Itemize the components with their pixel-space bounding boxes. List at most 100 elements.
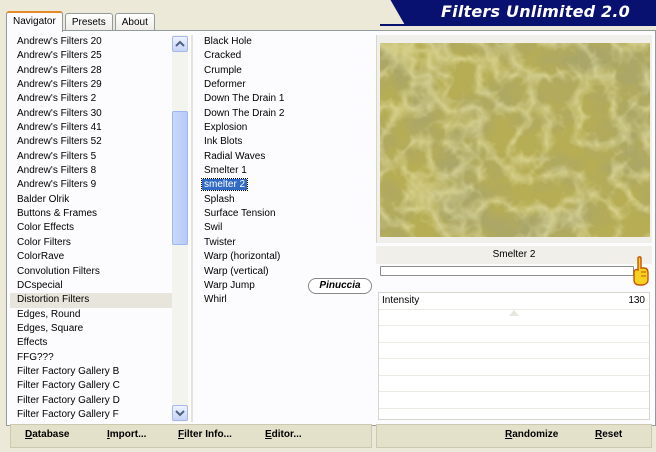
filter-item[interactable]: Twister	[198, 236, 368, 250]
category-item[interactable]: Edges, Round	[10, 308, 172, 322]
filter-item[interactable]: Crumple	[198, 64, 368, 78]
filter-info-button[interactable]: Filter Info...	[178, 429, 232, 440]
param-row-empty	[379, 392, 649, 409]
preview-image	[380, 43, 650, 237]
filter-item-label: Twister	[204, 236, 236, 248]
filter-item[interactable]: Warp (horizontal)	[198, 250, 368, 264]
category-scrollbar[interactable]	[172, 35, 188, 422]
param-row-empty	[379, 326, 649, 343]
filter-item-label: Smelter 1	[204, 165, 247, 177]
scrollbar-thumb[interactable]	[172, 111, 188, 245]
filter-item[interactable]: Radial Waves	[198, 150, 368, 164]
filter-item[interactable]: Warp (vertical)	[198, 265, 368, 279]
filter-item-label: Whirl	[204, 294, 227, 306]
category-item[interactable]: ColorRave	[10, 250, 172, 264]
filter-item-label: Down The Drain 1	[204, 93, 285, 105]
filter-item-label: Warp Jump	[204, 279, 255, 291]
category-item[interactable]: DCspecial	[10, 279, 172, 293]
filter-item[interactable]: Splash	[198, 193, 368, 207]
category-item[interactable]: Balder Olrik	[10, 193, 172, 207]
category-item[interactable]: Andrew's Filters 28	[10, 64, 172, 78]
param-row-intensity[interactable]: Intensity 130	[379, 293, 649, 310]
filter-item-label: Swil	[204, 222, 223, 234]
filter-item[interactable]: Down The Drain 2	[198, 107, 368, 121]
filter-item-label: smelter 2	[200, 178, 249, 192]
watermark-badge: Pinuccia	[308, 278, 372, 294]
right-button-bar: Randomize Reset	[376, 424, 652, 448]
category-item[interactable]: Andrew's Filters 29	[10, 78, 172, 92]
filter-item-label: Cracked	[204, 50, 242, 62]
chevron-up-icon[interactable]	[172, 36, 188, 52]
filter-item[interactable]: Ink Blots	[198, 135, 368, 149]
editor-button[interactable]: Editor...	[265, 429, 302, 440]
category-item[interactable]: Edges, Square	[10, 322, 172, 336]
app-title: Filters Unlimited 2.0	[441, 2, 630, 21]
filter-item[interactable]: Explosion	[198, 121, 368, 135]
tab-about[interactable]: About	[114, 13, 155, 31]
category-item[interactable]: Andrew's Filters 20	[10, 35, 172, 49]
list-divider	[191, 35, 193, 422]
category-item[interactable]: Filter Factory Gallery B	[10, 365, 172, 379]
tab-presets[interactable]: Presets	[64, 13, 113, 31]
filter-item-label: Radial Waves	[204, 150, 266, 162]
category-item[interactable]: Filter Factory Gallery D	[10, 394, 172, 408]
param-value: 130	[628, 295, 645, 306]
category-item[interactable]: Andrew's Filters 30	[10, 107, 172, 121]
reset-button[interactable]: Reset	[595, 429, 622, 440]
param-row-empty	[379, 343, 649, 359]
selected-filter-name: Smelter 2	[376, 246, 652, 264]
left-button-bar: Database Import... Filter Info... Editor…	[10, 424, 372, 448]
category-item[interactable]: Andrew's Filters 8	[10, 164, 172, 178]
database-button[interactable]: Database	[25, 429, 69, 440]
category-item[interactable]: Andrew's Filters 9	[10, 178, 172, 192]
filter-item[interactable]: Smelter 1	[198, 164, 368, 178]
filter-item[interactable]: smelter 2	[198, 178, 368, 192]
filter-item-label: Down The Drain 2	[204, 107, 285, 119]
slider-marker	[509, 309, 519, 316]
filter-item[interactable]: Cracked	[198, 49, 368, 63]
filter-item-label: Crumple	[204, 64, 242, 76]
filter-item-label: Deformer	[204, 79, 246, 91]
tab-navigator[interactable]: Navigator	[6, 11, 63, 32]
parameter-list: Intensity 130	[378, 292, 650, 420]
category-item[interactable]: Color Effects	[10, 221, 172, 235]
filter-item[interactable]: Deformer	[198, 78, 368, 92]
category-item[interactable]: Andrew's Filters 41	[10, 121, 172, 135]
filter-item-label: Surface Tension	[204, 208, 276, 220]
filter-item-label: Warp (horizontal)	[204, 251, 281, 263]
filter-item-label: Splash	[204, 193, 235, 205]
filter-item-label: Black Hole	[204, 36, 252, 47]
category-item[interactable]: Filter Factory Gallery F	[10, 408, 172, 422]
filter-item[interactable]: Surface Tension	[198, 207, 368, 221]
category-item[interactable]: Andrew's Filters 52	[10, 135, 172, 149]
param-row-empty	[379, 376, 649, 392]
category-item[interactable]: Convolution Filters	[10, 265, 172, 279]
category-list[interactable]: Andrew's Filters 20 Andrew's Filters 25 An…	[10, 35, 172, 422]
category-item[interactable]: Distortion Filters	[10, 293, 172, 308]
chevron-down-icon[interactable]	[172, 405, 188, 421]
category-item[interactable]: Color Filters	[10, 236, 172, 250]
filters-unlimited-window: Filters Unlimited 2.0 Navigator Presets …	[0, 0, 656, 452]
slider-track[interactable]	[380, 266, 634, 276]
header-banner: Filters Unlimited 2.0	[380, 0, 656, 24]
import-button[interactable]: Import...	[107, 429, 146, 440]
category-item[interactable]: Andrew's Filters 2	[10, 92, 172, 106]
filter-item-label: Warp (vertical)	[204, 265, 269, 277]
category-item[interactable]: Filter Factory Gallery C	[10, 379, 172, 393]
param-label: Intensity	[382, 295, 420, 306]
pointing-hand-icon[interactable]	[632, 256, 650, 286]
filter-item[interactable]: Black Hole	[198, 35, 368, 49]
category-item[interactable]: Andrew's Filters 25	[10, 49, 172, 63]
intensity-slider[interactable]	[378, 256, 650, 286]
filter-item[interactable]: Whirl	[198, 293, 368, 307]
category-item[interactable]: Buttons & Frames	[10, 207, 172, 221]
param-row-empty	[379, 309, 649, 326]
category-item[interactable]: Andrew's Filters 5	[10, 150, 172, 164]
tab-bar: Navigator Presets About	[6, 9, 157, 32]
filter-item[interactable]: Swil	[198, 221, 368, 235]
randomize-button[interactable]: Randomize	[505, 429, 558, 440]
category-item[interactable]: Effects	[10, 336, 172, 350]
filter-item[interactable]: Down The Drain 1	[198, 92, 368, 106]
category-item[interactable]: FFG???	[10, 351, 172, 365]
param-row-empty	[379, 359, 649, 376]
